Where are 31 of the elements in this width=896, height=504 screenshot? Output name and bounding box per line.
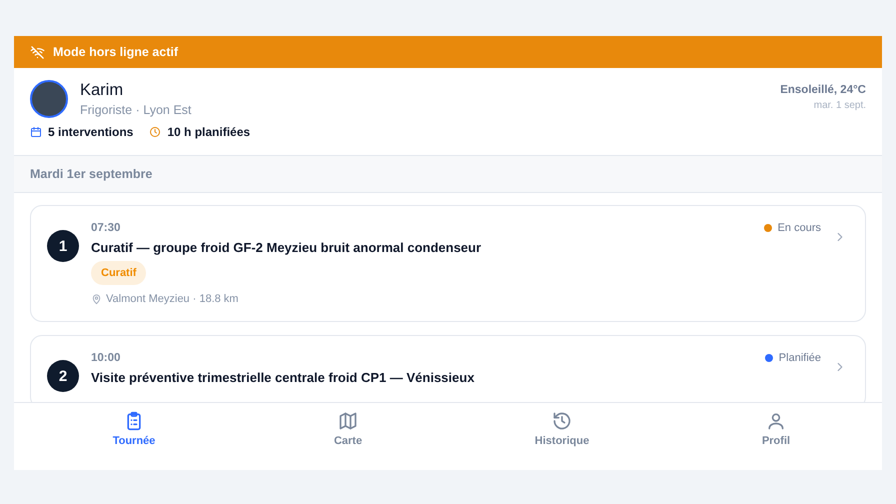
status-text: Planifiée <box>778 352 821 364</box>
pin-icon <box>91 294 102 304</box>
day-heading: Mardi 1er septembre <box>30 167 152 181</box>
intervention-title: Curatif — groupe froid GF-2 Meyzieu bruit anormal condenseur <box>91 240 482 255</box>
date-text: mar. 1 sept. <box>812 100 866 111</box>
step-number: 1 <box>47 230 79 262</box>
location-text: Valmont Meyzieu · 18.8 km <box>106 293 238 305</box>
technician-name: Karim <box>80 81 124 100</box>
wifi-off-icon <box>30 44 45 60</box>
history-icon <box>552 411 572 431</box>
step-number: 2 <box>47 360 79 392</box>
weather-text: Ensoleillé, 24°C <box>780 84 866 96</box>
status-text: En cours <box>778 222 821 234</box>
intervention-card[interactable]: 1 07:30 Curatif — groupe froid GF-2 Meyzieu bruit anormal condenseur Curatif Valmont Meyzieu · 18.8 km En cours <box>30 205 866 322</box>
technician-role: Frigoriste · Lyon Est <box>80 103 192 117</box>
time-text: 10:00 <box>91 352 122 364</box>
intervention-title: Visite préventive trimestrielle centrale froid CP1 — Vénissieux <box>91 370 476 385</box>
avatar-photo-placeholder <box>30 80 68 118</box>
nav-tab[interactable]: Profil <box>736 403 816 470</box>
banner-text: Mode hors ligne actif <box>53 45 178 59</box>
stat-text: 5 interventions <box>48 125 134 139</box>
clock-icon <box>149 126 162 138</box>
time-text: 07:30 <box>91 222 122 234</box>
nav-tab[interactable]: Carte <box>308 403 388 470</box>
nav-tab[interactable]: Tournée <box>94 403 174 470</box>
calendar-icon <box>30 126 42 138</box>
type-tag: Curatif <box>91 261 146 285</box>
user-icon <box>766 411 786 431</box>
map-icon <box>338 411 358 431</box>
stat-text: 10 h planifiées <box>167 125 250 139</box>
nav-tab[interactable]: Historique <box>522 403 602 470</box>
